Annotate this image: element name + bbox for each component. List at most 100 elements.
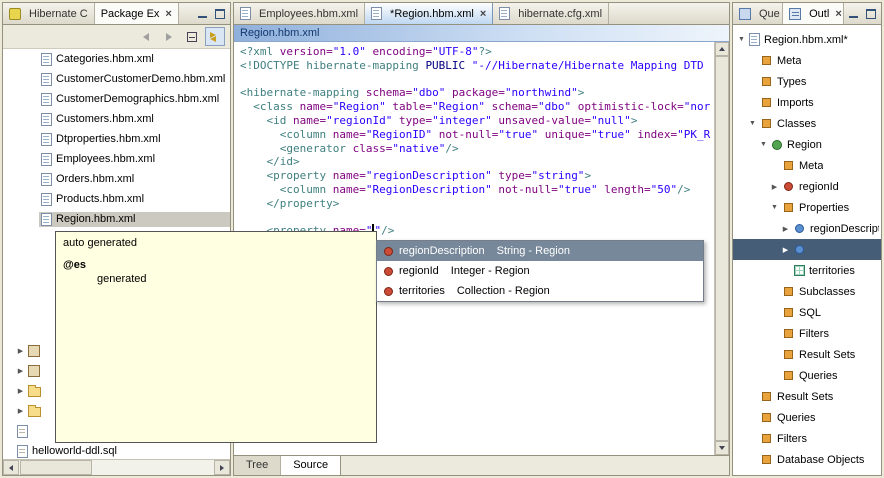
assist-item-regionid[interactable]: regionIdInteger - Region (377, 261, 703, 281)
editor-tab-hibernate-cfg-xml[interactable]: hibernate.cfg.xml (493, 3, 609, 24)
tree-item-categories-hbm-xml[interactable]: Categories.hbm.xml (3, 49, 230, 69)
code-token: <class (253, 100, 299, 113)
tree-item-sql[interactable]: SQL (733, 302, 881, 323)
tree-item-region-hbm-xml[interactable]: Region.hbm.xml (3, 209, 230, 229)
tab-tree[interactable]: Tree (234, 456, 281, 475)
expand-toggle-icon[interactable]: ▶ (780, 225, 791, 233)
scroll-down-icon (719, 446, 725, 450)
close-icon[interactable]: × (480, 8, 486, 20)
tree-item-employees-hbm-xml[interactable]: Employees.hbm.xml (3, 149, 230, 169)
tree-item-orders-hbm-xml[interactable]: Orders.hbm.xml (3, 169, 230, 189)
code-line[interactable] (240, 211, 714, 225)
scrollbar-thumb[interactable] (715, 56, 729, 441)
tree-item-content: Classes (758, 116, 881, 131)
expand-toggle-icon[interactable]: ▶ (15, 347, 26, 355)
tree-item-region[interactable]: ▼ Region (733, 134, 881, 155)
code-line[interactable]: <column name="RegionDescription" not-nul… (240, 183, 714, 197)
link-with-editor-button[interactable] (205, 27, 225, 46)
minimize-button[interactable] (847, 8, 861, 20)
tree-item-queries[interactable]: Queries (733, 365, 881, 386)
scrollbar-thumb[interactable] (20, 460, 92, 475)
tree-item-customercustomerdemo-hbm-xml[interactable]: CustomerCustomerDemo.hbm.xml (3, 69, 230, 89)
collapse-toggle-icon[interactable]: ▼ (758, 141, 769, 148)
expand-toggle-icon[interactable]: ▶ (769, 183, 780, 191)
tab-source[interactable]: Source (281, 456, 341, 475)
tree-item-helloworld-ddl-sql[interactable]: helloworld-ddl.sql (3, 441, 230, 459)
code-line[interactable]: <property name="regionDescription" type=… (240, 169, 714, 183)
back-button[interactable] (136, 27, 156, 46)
tree-item-subclasses[interactable]: Subclasses (733, 281, 881, 302)
tree-item-label: CustomerCustomerDemo.hbm.xml (56, 73, 225, 85)
folder-icon (28, 407, 41, 417)
view-tab-package-ex[interactable]: Package Ex× (95, 3, 179, 24)
assist-item-territories[interactable]: territoriesCollection - Region (377, 281, 703, 301)
code-line[interactable]: <hibernate-mapping schema="dbo" package=… (240, 86, 714, 100)
view-tab-hibernate-c[interactable]: Hibernate C (3, 3, 95, 24)
editor-page-tabs: Tree Source (234, 455, 729, 475)
tree-item-customerdemographics-hbm-xml[interactable]: CustomerDemographics.hbm.xml (3, 89, 230, 109)
editor-tab-employees-hbm-xml[interactable]: Employees.hbm.xml (234, 3, 365, 24)
tree-item-territories[interactable]: territories (733, 260, 881, 281)
code-line[interactable]: <?xml version="1.0" encoding="UTF-8"?> (240, 45, 714, 59)
assist-item-regiondescription[interactable]: regionDescriptionString - Region (377, 241, 703, 261)
tree-item-queries[interactable]: Queries (733, 407, 881, 428)
right-view-tabs: QueOutl× (733, 3, 844, 24)
collapse-toggle-icon[interactable]: ▼ (747, 120, 758, 127)
view-tab-outl[interactable]: Outl× (783, 3, 844, 24)
tree-item-regionid[interactable]: ▶regionId (733, 176, 881, 197)
tree-item-regiondescription[interactable]: ▶regionDescription (733, 218, 881, 239)
close-icon[interactable]: × (165, 8, 171, 20)
tree-item-properties[interactable]: ▼Properties (733, 197, 881, 218)
code-token: "50" (651, 183, 678, 196)
file-xml-icon (499, 7, 510, 20)
code-line[interactable]: <generator class="native"/> (240, 142, 714, 156)
code-token: type= (492, 169, 532, 182)
expand-toggle-icon[interactable]: ▶ (780, 246, 791, 254)
collapse-toggle-icon[interactable]: ▼ (736, 36, 747, 43)
tree-item-filters[interactable]: Filters (733, 323, 881, 344)
tree-item-meta[interactable]: Meta (733, 50, 881, 71)
code-line[interactable]: </property> (240, 197, 714, 211)
tree-item-customers-hbm-xml[interactable]: Customers.hbm.xml (3, 109, 230, 129)
code-line[interactable]: <column name="RegionID" not-null="true" … (240, 128, 714, 142)
tree-item-region-hbm-xml[interactable]: ▼Region.hbm.xml* (733, 29, 881, 50)
code-line[interactable]: </id> (240, 155, 714, 169)
tree-item-content: Queries (780, 368, 881, 383)
tree-item-dtproperties-hbm-xml[interactable]: Dtproperties.hbm.xml (3, 129, 230, 149)
view-tab-que[interactable]: Que (733, 3, 783, 24)
tree-item-label: Types (777, 76, 806, 88)
expand-toggle-icon[interactable]: ▶ (15, 387, 26, 395)
forward-button[interactable] (159, 27, 179, 46)
minimize-button[interactable] (196, 8, 210, 20)
collapse-toggle-icon[interactable]: ▼ (769, 204, 780, 211)
tree-item-imports[interactable]: Imports (733, 92, 881, 113)
tree-item-label: Region (787, 139, 822, 151)
expand-toggle-icon[interactable]: ▶ (15, 407, 26, 415)
code-line[interactable]: <!DOCTYPE hibernate-mapping PUBLIC "-//H… (240, 59, 714, 73)
code-line[interactable]: <class name="Region" table="Region" sche… (240, 100, 714, 114)
tree-item-result-sets[interactable]: Result Sets (733, 344, 881, 365)
scroll-up-button[interactable] (715, 42, 729, 56)
expand-toggle-icon[interactable]: ▶ (15, 367, 26, 375)
scroll-left-button[interactable] (3, 460, 19, 475)
tree-item-products-hbm-xml[interactable]: Products.hbm.xml (3, 189, 230, 209)
editor-tab-region-hbm-xml[interactable]: *Region.hbm.xml× (365, 3, 493, 24)
collapse-all-button[interactable] (182, 27, 202, 46)
code-line[interactable]: <id name="regionId" type="integer" unsav… (240, 114, 714, 128)
assist-item-type: Integer - Region (451, 265, 530, 277)
node-icon (762, 413, 771, 422)
tree-item-content: territories (791, 263, 881, 278)
tree-item-meta[interactable]: Meta (733, 155, 881, 176)
code-line[interactable] (240, 73, 714, 87)
close-icon[interactable]: × (835, 8, 841, 20)
tree-item-types[interactable]: Types (733, 71, 881, 92)
tree-item-result-sets[interactable]: Result Sets (733, 386, 881, 407)
maximize-button[interactable] (864, 8, 878, 20)
tree-item-filters[interactable]: Filters (733, 428, 881, 449)
tree-item-item[interactable]: ▶ (733, 239, 881, 260)
tree-item-database-objects[interactable]: Database Objects (733, 449, 881, 470)
maximize-button[interactable] (213, 8, 227, 20)
scroll-down-button[interactable] (715, 441, 729, 455)
tree-item-classes[interactable]: ▼Classes (733, 113, 881, 134)
scroll-right-button[interactable] (214, 460, 230, 475)
